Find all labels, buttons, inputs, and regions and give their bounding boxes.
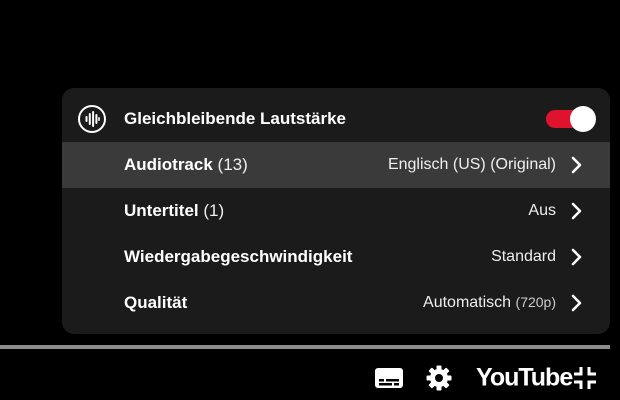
exit-fullscreen-icon[interactable] — [572, 365, 598, 391]
chevron-right-icon — [571, 156, 582, 174]
subtitles-label: Untertitel (1) — [124, 201, 224, 221]
stable-volume-row[interactable]: Gleichbleibende Lautstärke — [62, 96, 610, 142]
video-progress-bar[interactable] — [0, 345, 610, 349]
playback-speed-row[interactable]: Wiedergabegeschwindigkeit Standard — [62, 234, 610, 280]
audiotrack-value: Englisch (US) (Original) — [387, 156, 556, 173]
subtitles-label-text: Untertitel — [124, 201, 199, 220]
youtube-logo[interactable]: YouTube — [476, 363, 573, 392]
subtitles-count: (1) — [203, 201, 225, 220]
playback-speed-label: Wiedergabegeschwindigkeit — [124, 247, 353, 266]
quality-value-text: Automatisch — [423, 294, 512, 311]
chevron-right-icon — [571, 294, 582, 312]
settings-menu: Gleichbleibende Lautstärke Audiotrack (1… — [62, 88, 610, 334]
quality-row[interactable]: Qualität Automatisch (720p) — [62, 280, 610, 326]
stable-volume-toggle[interactable] — [546, 106, 596, 132]
stable-volume-icon — [78, 105, 106, 133]
subtitles-value: Aus — [528, 202, 556, 219]
player-controls: YouTube — [0, 355, 620, 400]
quality-label: Qualität — [124, 293, 188, 312]
stable-volume-label: Gleichbleibende Lautstärke — [124, 109, 347, 128]
playback-speed-value: Standard — [491, 248, 556, 265]
quality-resolution: (720p) — [515, 294, 556, 310]
toggle-knob — [570, 106, 596, 132]
quality-value: Automatisch (720p) — [423, 294, 556, 312]
audiotrack-label: Audiotrack (13) — [124, 155, 248, 175]
chevron-right-icon — [571, 248, 582, 266]
subtitles-icon[interactable] — [374, 366, 404, 390]
chevron-right-icon — [571, 202, 582, 220]
subtitles-row[interactable]: Untertitel (1) Aus — [62, 188, 610, 234]
audiotrack-row[interactable]: Audiotrack (13) Englisch (US) (Original) — [62, 142, 610, 188]
audiotrack-count: (13) — [217, 155, 248, 174]
gear-icon[interactable] — [426, 365, 452, 391]
audiotrack-label-text: Audiotrack — [124, 155, 213, 174]
